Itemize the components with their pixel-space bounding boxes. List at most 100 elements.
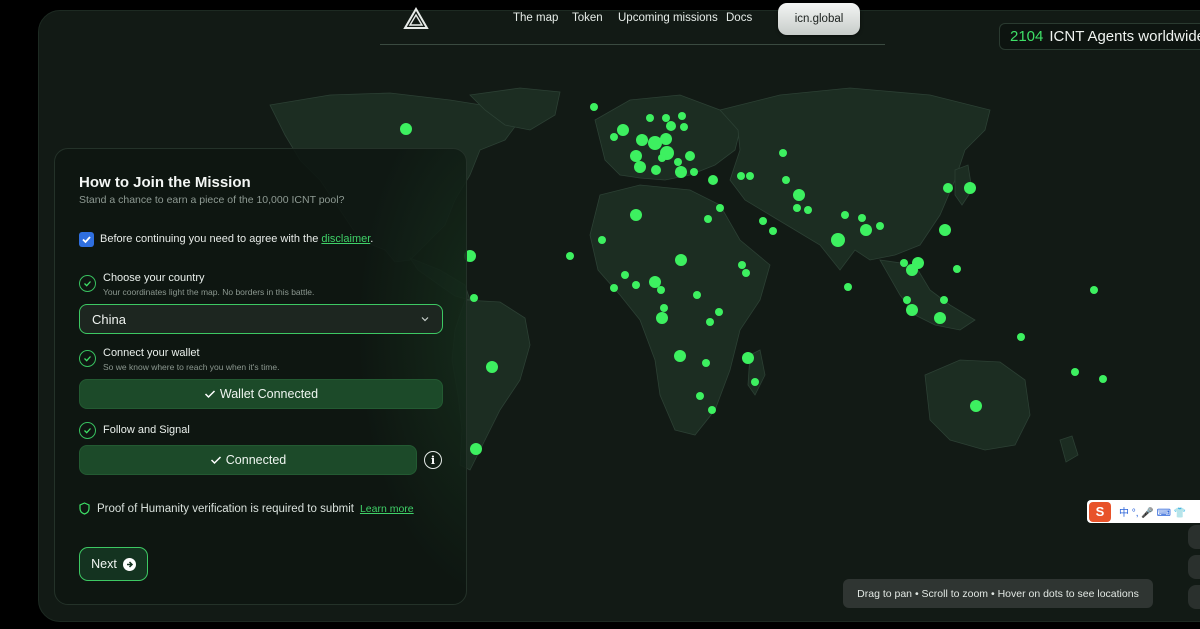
agent-dot[interactable] (685, 151, 695, 161)
agent-dot[interactable] (1017, 333, 1025, 341)
agent-dot[interactable] (680, 123, 688, 131)
agent-dot[interactable] (621, 271, 629, 279)
agent-dot[interactable] (660, 304, 668, 312)
disclaimer-link[interactable]: disclaimer (321, 233, 370, 245)
agent-dot[interactable] (634, 161, 646, 173)
agent-dot[interactable] (738, 261, 746, 269)
agent-dot[interactable] (1071, 368, 1079, 376)
agent-dot[interactable] (804, 206, 812, 214)
agent-dot[interactable] (657, 286, 665, 294)
wallet-connected-button[interactable]: Wallet Connected (79, 379, 443, 409)
agent-dot[interactable] (1099, 375, 1107, 383)
step-choose-country-title: Choose your country (103, 272, 205, 284)
agent-dot[interactable] (742, 352, 754, 364)
next-button[interactable]: Next (79, 547, 148, 581)
disclaimer-checkbox[interactable] (79, 232, 94, 247)
agent-dot[interactable] (674, 158, 682, 166)
agent-dot[interactable] (906, 264, 918, 276)
icn-global-button[interactable]: icn.global (778, 3, 860, 35)
agent-dot[interactable] (646, 114, 654, 122)
agent-dot[interactable] (940, 296, 948, 304)
nav-link-upcoming-missions[interactable]: Upcoming missions (618, 12, 718, 24)
agent-dot[interactable] (666, 121, 676, 131)
agent-dot[interactable] (793, 204, 801, 212)
agent-dot[interactable] (486, 361, 498, 373)
map-reset-control[interactable] (1188, 585, 1200, 609)
agent-dot[interactable] (656, 312, 668, 324)
agent-dot[interactable] (674, 350, 686, 362)
agent-dot[interactable] (876, 222, 884, 230)
agent-dot[interactable] (706, 318, 714, 326)
agent-dot[interactable] (742, 269, 750, 277)
info-icon[interactable]: i (424, 451, 442, 469)
agent-dot[interactable] (831, 233, 845, 247)
agent-dot[interactable] (617, 124, 629, 136)
agent-dot[interactable] (858, 214, 866, 222)
map-locate-control[interactable] (1188, 525, 1200, 549)
ime-toolbar[interactable]: S 中 °, 🎤 ⌨ 👕 (1087, 500, 1200, 523)
panel-title: How to Join the Mission (79, 174, 251, 191)
nav-link-token[interactable]: Token (572, 12, 603, 24)
agent-dot[interactable] (903, 296, 911, 304)
agent-dot[interactable] (649, 276, 661, 288)
agent-dot[interactable] (1090, 286, 1098, 294)
agent-dot[interactable] (636, 134, 648, 146)
agent-dot[interactable] (470, 443, 482, 455)
agent-dot[interactable] (400, 123, 412, 135)
nav-link-the-map[interactable]: The map (513, 12, 558, 24)
agent-dot[interactable] (675, 254, 687, 266)
agent-dot[interactable] (900, 259, 908, 267)
agent-dot[interactable] (648, 136, 662, 150)
agent-dot[interactable] (690, 168, 698, 176)
follow-connected-button[interactable]: Connected (79, 445, 417, 475)
agent-dot[interactable] (746, 172, 754, 180)
agent-dot[interactable] (598, 236, 606, 244)
agent-dot[interactable] (860, 224, 872, 236)
agent-dot[interactable] (715, 308, 723, 316)
agents-label: ICNT Agents worldwide (1049, 28, 1200, 45)
agent-dot[interactable] (610, 284, 618, 292)
agent-dot[interactable] (651, 165, 661, 175)
agent-dot[interactable] (793, 189, 805, 201)
agent-dot[interactable] (782, 176, 790, 184)
agent-dot[interactable] (662, 114, 670, 122)
agent-dot[interactable] (708, 175, 718, 185)
agent-dot[interactable] (693, 291, 701, 299)
agent-dot[interactable] (841, 211, 849, 219)
agent-dot[interactable] (716, 204, 724, 212)
agent-dot[interactable] (970, 400, 982, 412)
agent-dot[interactable] (759, 217, 767, 225)
agent-dot[interactable] (660, 133, 672, 145)
logo-icon[interactable] (403, 7, 429, 31)
agent-dot[interactable] (844, 283, 852, 291)
agent-dot[interactable] (630, 209, 642, 221)
nav-link-docs[interactable]: Docs (726, 12, 752, 24)
agent-dot[interactable] (470, 294, 478, 302)
learn-more-link[interactable]: Learn more (360, 503, 414, 515)
agent-dot[interactable] (934, 312, 946, 324)
agent-dot[interactable] (704, 215, 712, 223)
agent-dot[interactable] (702, 359, 710, 367)
map-zoom-control[interactable] (1188, 555, 1200, 579)
agent-dot[interactable] (610, 133, 618, 141)
agent-dot[interactable] (630, 150, 642, 162)
ime-controls[interactable]: 中 °, 🎤 ⌨ 👕 (1119, 504, 1186, 519)
agent-dot[interactable] (678, 112, 686, 120)
agent-dot[interactable] (769, 227, 777, 235)
agent-dot[interactable] (590, 103, 598, 111)
agent-dot[interactable] (737, 172, 745, 180)
agent-dot[interactable] (696, 392, 704, 400)
agent-dot[interactable] (751, 378, 759, 386)
agent-dot[interactable] (632, 281, 640, 289)
agent-dot[interactable] (964, 182, 976, 194)
agent-dot[interactable] (906, 304, 918, 316)
agent-dot[interactable] (658, 154, 666, 162)
agent-dot[interactable] (779, 149, 787, 157)
agent-dot[interactable] (708, 406, 716, 414)
agent-dot[interactable] (939, 224, 951, 236)
agent-dot[interactable] (675, 166, 687, 178)
agent-dot[interactable] (566, 252, 574, 260)
agent-dot[interactable] (953, 265, 961, 273)
country-select[interactable]: China (79, 304, 443, 334)
agent-dot[interactable] (943, 183, 953, 193)
